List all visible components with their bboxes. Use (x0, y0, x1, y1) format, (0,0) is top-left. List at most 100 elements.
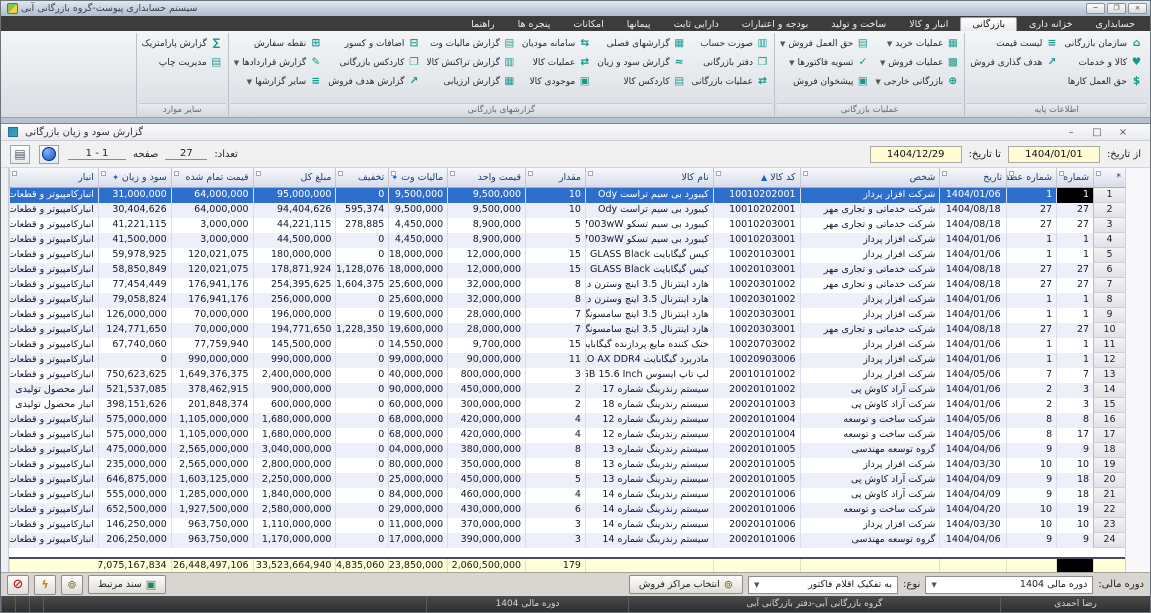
grid-cell-warehouse[interactable]: انبارکامپیوتر و قطعات کام (9, 533, 98, 548)
ribbon-item-purchase-operations[interactable]: ▦عملیات خرید▼ (872, 34, 962, 53)
column-filter-box[interactable] (716, 171, 721, 176)
grid-cell-quantity[interactable]: 5 (525, 218, 585, 233)
grid-cell-total-amount[interactable]: 990,000,000 (253, 353, 336, 368)
grid-cell-person[interactable]: شرکت افزار پرداز (800, 233, 940, 248)
column-header-discount[interactable]: تخفیف (335, 168, 388, 187)
grid-cell-warehouse[interactable]: انبارکامپیوتر و قطعات کام (9, 233, 98, 248)
grid-cell-quantity[interactable]: 8 (525, 278, 585, 293)
grid-cell-ref-number[interactable]: 10 (1006, 458, 1056, 473)
grid-cell-cost-price[interactable]: 963,750,000 (171, 533, 253, 548)
grid-cell-quantity[interactable]: 4 (525, 413, 585, 428)
grid-cell-row-indicator[interactable]: 23 (1093, 518, 1125, 533)
tab-inventory-goods[interactable]: انبار و کالا (898, 18, 959, 31)
restore-button[interactable]: ❐ (1107, 3, 1126, 14)
grid-cell-vat[interactable]: 60,000,000 (388, 398, 447, 413)
grid-cell-number[interactable]: 10 (1056, 518, 1093, 533)
ribbon-item-taxpayer-system[interactable]: ⇆سامانه مودیان (519, 34, 594, 53)
grid-cell-number[interactable]: 1 (1056, 353, 1093, 368)
column-header-total-amount[interactable]: مبلغ کل (253, 168, 336, 187)
grid-cell-total-amount[interactable]: 2,250,000,000 (253, 473, 336, 488)
grid-cell-person[interactable]: شرکت افزار پرداز (800, 368, 940, 383)
ribbon-item-sales-operations[interactable]: ▩عملیات فروش▼ (872, 53, 962, 72)
table-row[interactable]: 227271404/08/18شرکت خدماتی و تجاری مهر10… (9, 203, 1125, 218)
grid-cell-discount[interactable]: 1,604,375 (335, 278, 388, 293)
grid-cell-goods-code[interactable]: 10020301002 (713, 278, 800, 293)
grid-cell-unit-price[interactable]: 28,000,000 (447, 308, 525, 323)
ribbon-item-goods-operations[interactable]: ⇄عملیات کالا (519, 53, 594, 72)
grid-cell-unit-price[interactable]: 8,900,000 (447, 233, 525, 248)
table-row[interactable]: 211891404/04/09شرکت آراد کاوش پی20020101… (9, 488, 1125, 503)
grid-cell-profit-loss[interactable]: 206,250,000 (98, 533, 171, 548)
ribbon-item-other-reports[interactable]: ≡سایر گزارشها▼ (231, 72, 325, 91)
grid-cell-discount[interactable]: 0 (335, 458, 388, 473)
grid-cell-number[interactable]: 8 (1056, 413, 1093, 428)
grid-cell-person[interactable]: شرکت افزار پرداز (800, 458, 940, 473)
grid-cell-discount[interactable]: 0 (335, 428, 388, 443)
grid-cell-quantity[interactable]: 7 (525, 308, 585, 323)
grid-cell-row-indicator[interactable]: 10 (1093, 323, 1125, 338)
grid-cell-profit-loss[interactable]: 521,537,085 (98, 383, 171, 398)
grid-cell-date[interactable]: 1404/01/06 (939, 398, 1006, 413)
grid-cell-goods-code[interactable]: 20020101002 (713, 383, 800, 398)
grid-cell-vat[interactable]: 18,000,000 (388, 248, 447, 263)
grid-cell-cost-price[interactable]: 1,927,500,000 (171, 503, 253, 518)
grid-cell-row-indicator[interactable]: 14 (1093, 383, 1125, 398)
ribbon-item-commerce-ledger[interactable]: ❐دفتر بازرگانی (689, 53, 772, 72)
grid-cell-ref-number[interactable]: 10 (1006, 518, 1056, 533)
grid-cell-unit-price[interactable]: 390,000,000 (447, 533, 525, 548)
fiscal-period-select[interactable]: دوره مالی 1404 ▼ (925, 576, 1093, 594)
grid-cell-unit-price[interactable]: 380,000,000 (447, 443, 525, 458)
grid-cell-goods-name[interactable]: سیستم رندرینگ شماره 12 (585, 428, 713, 443)
grid-cell-quantity[interactable]: 8 (525, 443, 585, 458)
grid-cell-goods-name[interactable]: هارد اینترنال 3.5 اینچ وسترن دیجیتال D P… (585, 278, 713, 293)
table-row[interactable]: 4111404/01/06شرکت افزار پرداز10010203001… (9, 233, 1125, 248)
grid-cell-total-amount[interactable]: 2,800,000,000 (253, 458, 336, 473)
grid-cell-goods-name[interactable]: سیستم رندرینگ شماره 13 (585, 443, 713, 458)
minimize-button[interactable]: ─ (1086, 3, 1105, 14)
grid-cell-row-indicator[interactable]: 20 (1093, 473, 1125, 488)
grid-cell-goods-name[interactable]: کیس گیگابایت C301 GLASS Black (585, 248, 713, 263)
column-filter-box[interactable] (12, 171, 17, 176)
tab-production[interactable]: ساخت و تولید (820, 18, 897, 31)
grid-cell-profit-loss[interactable]: 575,000,000 (98, 428, 171, 443)
grid-cell-person[interactable]: شرکت آراد کاوش پی (800, 383, 940, 398)
grid-cell-ref-number[interactable]: 1 (1006, 248, 1056, 263)
grid-cell-number[interactable]: 1 (1056, 188, 1093, 203)
grid-cell-date[interactable]: 1404/04/06 (939, 533, 1006, 548)
grid-cell-row-indicator[interactable]: 3 (1093, 218, 1125, 233)
grid-cell-warehouse[interactable]: انبارکامپیوتر و قطعات کام (9, 413, 98, 428)
grid-cell-row-indicator[interactable]: 5 (1093, 248, 1125, 263)
grid-cell-person[interactable]: شرکت افزار پرداز (800, 353, 940, 368)
grid-cell-number[interactable]: 19 (1056, 503, 1093, 518)
ribbon-item-vat-report[interactable]: ▤گزارش مالیات وت (423, 34, 518, 53)
grid-cell-number[interactable]: 7 (1056, 368, 1093, 383)
grid-cell-cost-price[interactable]: 2,565,000,000 (171, 458, 253, 473)
report-minimize-button[interactable]: – (1065, 127, 1077, 138)
grid-cell-goods-name[interactable]: سیستم رندرینگ شماره 13 (585, 473, 713, 488)
grid-cell-unit-price[interactable]: 9,500,000 (447, 188, 525, 203)
grid-cell-date[interactable]: 1404/05/06 (939, 413, 1006, 428)
grid-cell-cost-price[interactable]: 1,649,376,375 (171, 368, 253, 383)
grid-cell-quantity[interactable]: 10 (525, 188, 585, 203)
grid-cell-date[interactable]: 1404/04/09 (939, 473, 1006, 488)
grid-cell-goods-name[interactable]: کیبورد بی سیم تسکو TK 7003wW (585, 233, 713, 248)
grid-cell-goods-code[interactable]: 10020903006 (713, 353, 800, 368)
grid-cell-quantity[interactable]: 11 (525, 353, 585, 368)
grid-cell-number[interactable]: 17 (1056, 428, 1093, 443)
grid-cell-warehouse[interactable]: انبارکامپیوتر و قطعات کام (9, 278, 98, 293)
grid-cell-row-indicator[interactable]: 7 (1093, 278, 1125, 293)
grid-cell-date[interactable]: 1404/01/06 (939, 338, 1006, 353)
table-row[interactable]: 2310101404/03/30شرکت افزار پرداز20020101… (9, 518, 1125, 533)
table-row[interactable]: 12111404/01/06شرکت افزار پرداز1002090300… (9, 353, 1125, 368)
grid-cell-total-amount[interactable]: 1,170,000,000 (253, 533, 336, 548)
grid-cell-discount[interactable]: 0 (335, 383, 388, 398)
grid-cell-profit-loss[interactable]: 646,875,000 (98, 473, 171, 488)
grid-cell-total-amount[interactable]: 3,040,000,000 (253, 443, 336, 458)
grid-cell-date[interactable]: 1404/04/06 (939, 443, 1006, 458)
grid-cell-unit-price[interactable]: 460,000,000 (447, 488, 525, 503)
grid-cell-vat[interactable]: 184,000,000 (388, 488, 447, 503)
column-header-quantity[interactable]: مقدار (525, 168, 585, 187)
grid-cell-vat[interactable]: 9,500,000 (388, 203, 447, 218)
grid-cell-row-indicator[interactable]: 2 (1093, 203, 1125, 218)
ribbon-item-price-list[interactable]: ≡لیست قیمت (967, 34, 1061, 53)
